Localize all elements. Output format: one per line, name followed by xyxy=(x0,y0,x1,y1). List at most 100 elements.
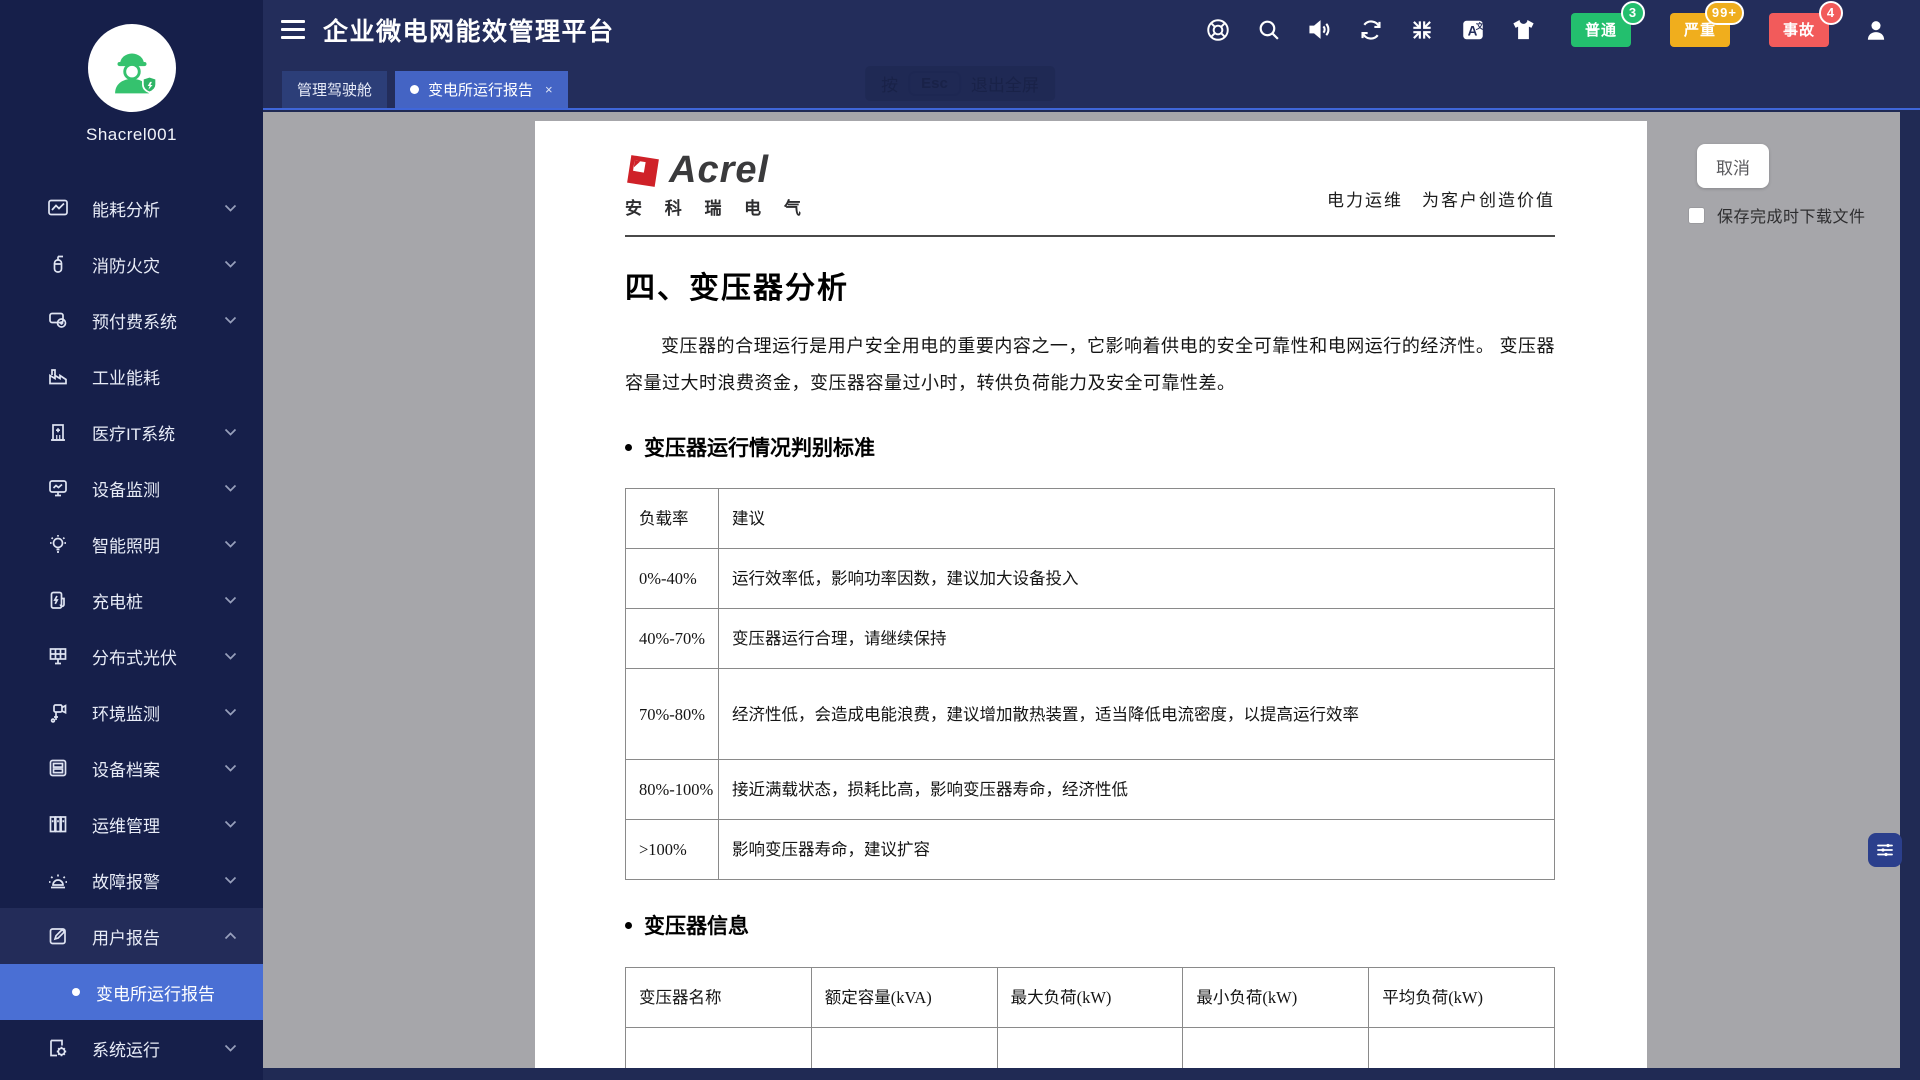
report-preview-area: Acrel 安 科 瑞 电 气 电力运维 为客户创造价值 四、变压器分析 变压器… xyxy=(263,112,1900,1068)
chevron-down-icon xyxy=(224,540,237,548)
report-settings-fab[interactable] xyxy=(1868,833,1902,867)
sidebar-item-medical-it[interactable]: 医疗IT系统 xyxy=(0,404,263,460)
chevron-down-icon xyxy=(224,428,237,436)
alarm-badge-accident[interactable]: 事故 4 xyxy=(1769,13,1829,47)
sidebar-item-solar-pv[interactable]: 分布式光伏 xyxy=(0,628,263,684)
table-header-row: 负载率 建议 xyxy=(626,489,1555,549)
fullscreen-exit-toast: 按 Esc 退出全屏 xyxy=(865,66,1055,101)
sidebar: Shacrel001 能耗分析 消防火灾 预付费系统 xyxy=(0,0,263,1080)
sidebar-item-label: 工业能耗 xyxy=(92,364,160,389)
sidebar-item-charging-pile[interactable]: 充电桩 xyxy=(0,572,263,628)
tab-close-icon[interactable]: × xyxy=(545,82,553,97)
download-option-row[interactable]: 保存完成时下载文件 xyxy=(1688,203,1866,227)
sidebar-item-operations-mgmt[interactable]: 运维管理 xyxy=(0,796,263,852)
bullet-icon xyxy=(625,444,632,451)
transformer-info-table: 变压器名称 额定容量(kVA) 最大负荷(kW) 最小负荷(kW) 平均负荷(k… xyxy=(625,967,1555,1068)
sidebar-item-user-report[interactable]: 用户报告 xyxy=(0,908,263,964)
avatar[interactable] xyxy=(88,24,176,112)
sidebar-item-environment-monitor[interactable]: 环境监测 xyxy=(0,684,263,740)
search-icon[interactable] xyxy=(1255,16,1283,44)
exit-fullscreen-icon[interactable] xyxy=(1408,16,1436,44)
table-row: 70%-80% 经济性低，会造成电能浪费，建议增加散热装置，适当降低电流密度，以… xyxy=(626,669,1555,760)
table-cell: 影响变压器寿命，建议扩容 xyxy=(719,820,1555,880)
refresh-icon[interactable] xyxy=(1357,16,1385,44)
system-run-icon xyxy=(46,1036,70,1060)
table-row xyxy=(626,1028,1555,1069)
sidebar-item-device-monitor[interactable]: 设备监测 xyxy=(0,460,263,516)
table-cell: 运行效率低，影响功率因数，建议加大设备投入 xyxy=(719,549,1555,609)
table-cell: 0%-40% xyxy=(626,549,719,609)
chevron-down-icon xyxy=(224,876,237,884)
sidebar-item-label: 环境监测 xyxy=(92,700,160,725)
device-monitor-icon xyxy=(46,476,70,500)
table-header-cell: 最大负荷(kW) xyxy=(997,968,1183,1028)
sidebar-item-label: 预付费系统 xyxy=(92,308,177,333)
alarm-badge-normal-count: 3 xyxy=(1621,1,1645,25)
sliders-icon xyxy=(1875,840,1895,860)
report-paragraph: 变压器的合理运行是用户安全用电的重要内容之一，它影响着供电的安全可靠性和电网运行… xyxy=(625,328,1555,402)
table-row: 40%-70% 变压器运行合理，请继续保持 xyxy=(626,609,1555,669)
transformer-info-section-title: 变压器信息 xyxy=(625,910,1555,940)
help-lifebuoy-icon[interactable] xyxy=(1204,16,1232,44)
sidebar-item-industrial-energy[interactable]: 工业能耗 xyxy=(0,348,263,404)
table-cell: 经济性低，会造成电能浪费，建议增加散热装置，适当降低电流密度，以提高运行效率 xyxy=(719,669,1555,760)
chevron-down-icon xyxy=(224,1044,237,1052)
alarm-badge-normal-label: 普通 xyxy=(1585,22,1617,39)
brand-slogan: 电力运维 为客户创造价值 xyxy=(1327,186,1555,219)
sidebar-subitem-substation-report[interactable]: 变电所运行报告 xyxy=(0,964,263,1020)
table-cell: 70%-80% xyxy=(626,669,719,760)
sidebar-item-label: 充电桩 xyxy=(92,588,143,613)
environment-monitor-icon xyxy=(46,700,70,724)
chevron-down-icon xyxy=(224,708,237,716)
chevron-down-icon xyxy=(224,204,237,212)
fire-safety-icon xyxy=(46,252,70,276)
sidebar-item-fire-safety[interactable]: 消防火灾 xyxy=(0,236,263,292)
energy-analysis-icon xyxy=(46,196,70,220)
industrial-energy-icon xyxy=(46,364,70,388)
sidebar-item-system-run[interactable]: 系统运行 xyxy=(0,1020,263,1076)
main-area: 企业微电网能效管理平台 A文 普通 xyxy=(263,0,1920,1080)
hamburger-menu-icon[interactable] xyxy=(281,20,305,39)
table-header-row: 变压器名称 额定容量(kVA) 最大负荷(kW) 最小负荷(kW) 平均负荷(k… xyxy=(626,968,1555,1028)
sidebar-item-prepaid-system[interactable]: 预付费系统 xyxy=(0,292,263,348)
sidebar-item-label: 设备监测 xyxy=(92,476,160,501)
table-cell: 80%-100% xyxy=(626,760,719,820)
charging-pile-icon xyxy=(46,588,70,612)
chevron-down-icon xyxy=(224,316,237,324)
table-header-cell: 变压器名称 xyxy=(626,968,812,1028)
table-header-cell: 平均负荷(kW) xyxy=(1369,968,1555,1028)
alarm-badge-severe-count: 99+ xyxy=(1705,1,1744,25)
sidebar-item-fault-alarm[interactable]: 故障报警 xyxy=(0,852,263,908)
theme-shirt-icon[interactable] xyxy=(1510,16,1538,44)
alarm-badge-normal[interactable]: 普通 3 xyxy=(1571,13,1631,47)
sidebar-item-label: 用户报告 xyxy=(92,924,160,949)
alarm-badge-accident-label: 事故 xyxy=(1783,22,1815,39)
report-section-heading: 四、变压器分析 xyxy=(625,263,1555,307)
tab-dashboard[interactable]: 管理驾驶舱 xyxy=(282,71,387,108)
table-row: >100% 影响变压器寿命，建议扩容 xyxy=(626,820,1555,880)
tab-substation-report[interactable]: 变电所运行报告 × xyxy=(395,71,568,108)
topbar-actions: A文 普通 3 严重 99+ 事故 4 xyxy=(1204,13,1890,47)
sidebar-item-label: 能耗分析 xyxy=(92,196,160,221)
volume-icon[interactable] xyxy=(1306,16,1334,44)
table-header-cell: 负载率 xyxy=(626,489,719,549)
sidebar-item-energy-analysis[interactable]: 能耗分析 xyxy=(0,180,263,236)
app-title: 企业微电网能效管理平台 xyxy=(323,12,615,48)
active-tab-dot-icon xyxy=(410,85,419,94)
user-profile-icon[interactable] xyxy=(1862,16,1890,44)
sidebar-item-device-archive[interactable]: 设备档案 xyxy=(0,740,263,796)
sidebar-item-smart-lighting[interactable]: 智能照明 xyxy=(0,516,263,572)
cancel-button[interactable]: 取消 xyxy=(1697,144,1769,188)
fault-alarm-icon xyxy=(46,868,70,892)
download-checkbox[interactable] xyxy=(1688,207,1705,224)
bullet-icon xyxy=(72,988,80,996)
device-archive-icon xyxy=(46,756,70,780)
translate-icon[interactable]: A文 xyxy=(1459,16,1487,44)
tab-label: 管理驾驶舱 xyxy=(297,79,372,100)
sidebar-item-label: 分布式光伏 xyxy=(92,644,177,669)
alarm-badge-severe[interactable]: 严重 99+ xyxy=(1670,13,1730,47)
table-cell: 40%-70% xyxy=(626,609,719,669)
sidebar-subitem-label: 变电所运行报告 xyxy=(96,980,215,1005)
load-rate-criteria-table: 负载率 建议 0%-40% 运行效率低，影响功率因数，建议加大设备投入 40%-… xyxy=(625,488,1555,880)
prepaid-system-icon xyxy=(46,308,70,332)
